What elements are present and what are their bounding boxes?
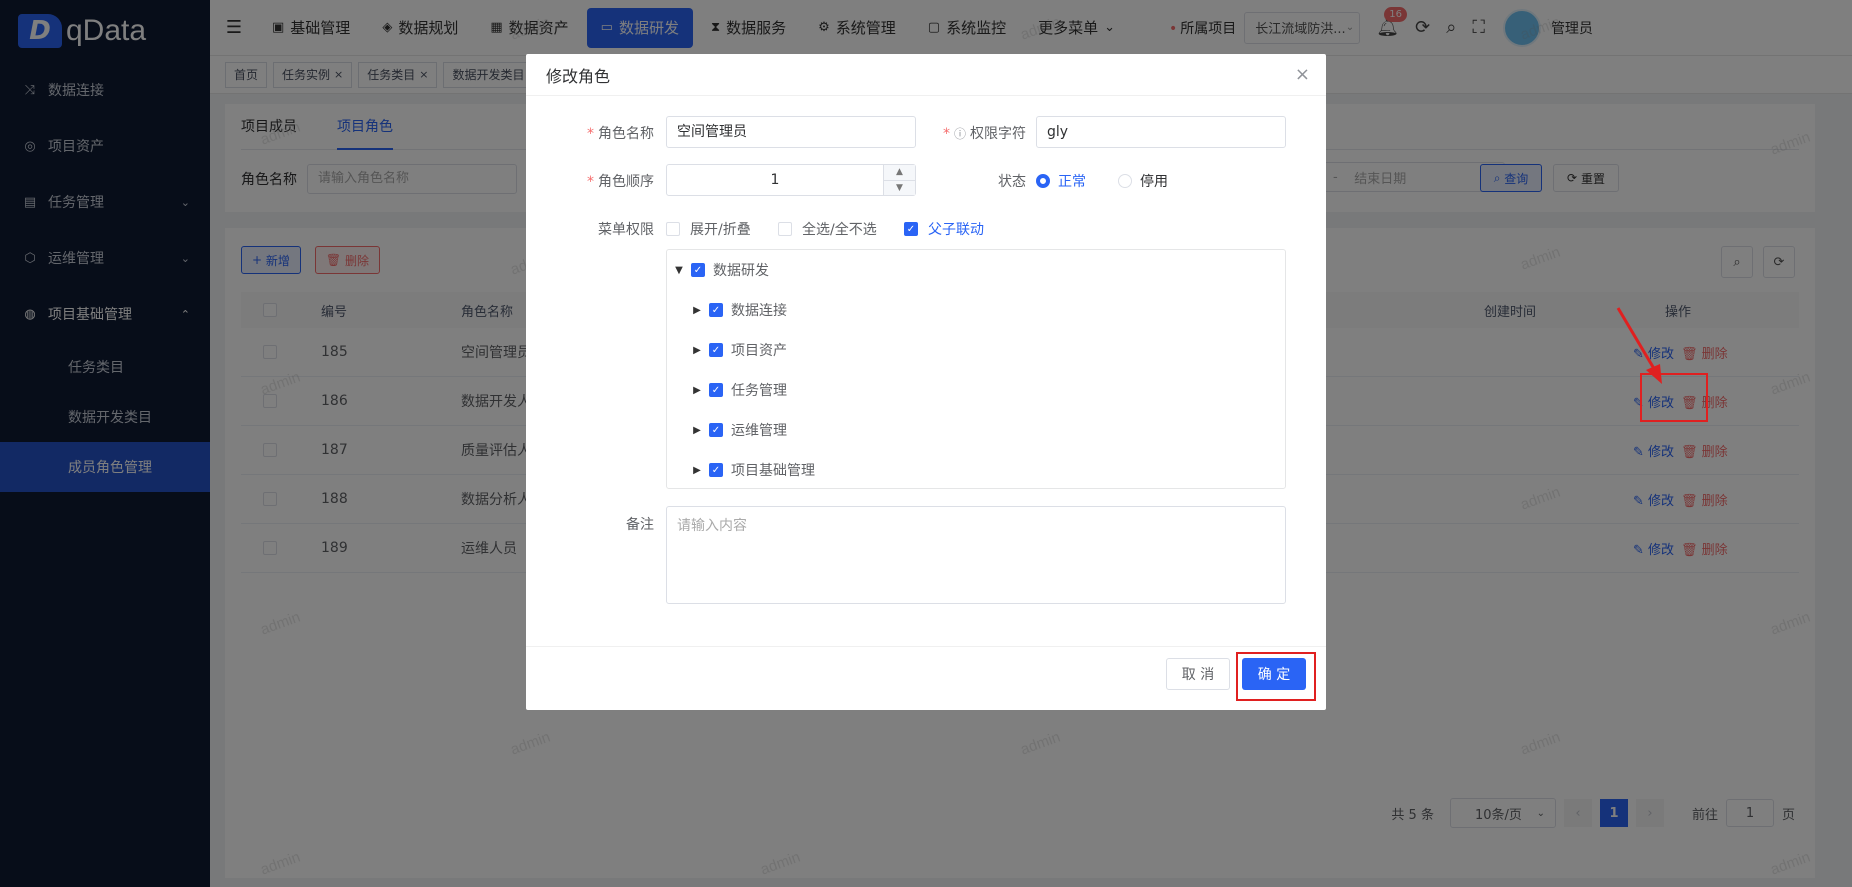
remark-textarea[interactable]: 请输入内容	[666, 506, 1286, 604]
menu-perm-label: 菜单权限	[598, 222, 654, 238]
chevron-up-icon[interactable]: ▲	[884, 165, 915, 181]
expand-collapse-checkbox[interactable]: 展开/折叠	[666, 219, 751, 239]
confirm-button[interactable]: 确 定	[1242, 658, 1306, 690]
tree-node-label: 任务管理	[731, 383, 787, 399]
order-label-text: 角色顺序	[598, 174, 654, 190]
caret-right-icon[interactable]: ▶	[691, 345, 703, 356]
radio-dot	[1036, 174, 1050, 188]
dialog-title: 修改角色	[546, 66, 611, 86]
checkbox-box	[666, 222, 680, 236]
tree-node[interactable]: ▶ ✓ 任务管理	[691, 370, 787, 410]
order-stepper[interactable]: 1 ▲ ▼	[666, 164, 916, 196]
red-arrow-annotation	[1616, 307, 1662, 384]
tree-node[interactable]: ▶ ✓ 项目基础管理	[691, 450, 815, 490]
order-label: * 角色顺序	[587, 174, 654, 190]
info-icon: ⓘ	[953, 127, 966, 141]
tree-node[interactable]: ▶ ✓ 数据连接	[691, 290, 787, 330]
order-value: 1	[770, 172, 780, 188]
check-icon[interactable]: ✓	[691, 263, 705, 277]
select-all-checkbox[interactable]: 全选/全不选	[778, 219, 877, 239]
check-icon[interactable]: ✓	[709, 303, 723, 317]
tree-node-label: 项目基础管理	[731, 463, 815, 479]
status-label: 状态	[998, 174, 1026, 190]
perm-label-text: 权限字符	[970, 126, 1026, 142]
perm-label: * ⓘ 权限字符	[942, 126, 1026, 142]
radio-label: 正常	[1058, 174, 1086, 190]
caret-right-icon[interactable]: ▶	[691, 425, 703, 436]
tree-node-label: 数据连接	[731, 303, 787, 319]
tree-node[interactable]: ▶ ✓ 项目资产	[691, 330, 787, 370]
tree-node[interactable]: ▶ ✓ 运维管理	[691, 410, 787, 450]
tree-node-label: 数据研发	[713, 263, 769, 279]
dialog-footer: 取 消 确 定	[526, 646, 1326, 710]
check-icon[interactable]: ✓	[709, 383, 723, 397]
parent-child-linkage-checkbox[interactable]: ✓ 父子联动	[904, 219, 984, 239]
caret-right-icon[interactable]: ▶	[691, 385, 703, 396]
tree-node-label: 运维管理	[731, 423, 787, 439]
remark-label: 备注	[626, 517, 654, 533]
check-icon[interactable]: ✓	[709, 423, 723, 437]
role-name-label-text: 角色名称	[598, 126, 654, 142]
tree-node-root[interactable]: ▼ ✓ 数据研发	[673, 250, 769, 290]
role-name-input[interactable]: 空间管理员	[666, 116, 916, 148]
status-disabled-radio[interactable]: 停用	[1118, 171, 1168, 191]
perm-input[interactable]: gly	[1036, 116, 1286, 148]
edit-role-dialog: 修改角色 × * 角色名称 空间管理员 * ⓘ 权限字符 gly * 角色顺序 1 ▲ …	[526, 54, 1326, 710]
caret-right-icon[interactable]: ▶	[691, 465, 703, 476]
check-icon[interactable]: ✓	[709, 463, 723, 477]
caret-down-icon[interactable]: ▼	[673, 265, 685, 276]
checkbox-label: 全选/全不选	[802, 222, 877, 238]
check-icon: ✓	[904, 222, 918, 236]
menu-permission-tree: ▼ ✓ 数据研发 ▶ ✓ 数据连接 ▶ ✓ 项目资产 ▶ ✓ 任务管理 ▶ ✓ …	[666, 249, 1286, 489]
radio-dot	[1118, 174, 1132, 188]
dialog-header: 修改角色 ×	[526, 54, 1326, 96]
status-normal-radio[interactable]: 正常	[1036, 171, 1086, 191]
checkbox-label: 展开/折叠	[690, 222, 751, 238]
chevron-down-icon[interactable]: ▼	[884, 180, 915, 195]
radio-label: 停用	[1140, 174, 1168, 190]
close-icon[interactable]: ×	[1295, 64, 1310, 85]
tree-node-label: 项目资产	[731, 343, 787, 359]
check-icon[interactable]: ✓	[709, 343, 723, 357]
role-name-label: * 角色名称	[587, 126, 654, 142]
caret-right-icon[interactable]: ▶	[691, 305, 703, 316]
checkbox-box	[778, 222, 792, 236]
cancel-button[interactable]: 取 消	[1166, 658, 1230, 690]
checkbox-label: 父子联动	[928, 222, 984, 238]
stepper-controls: ▲ ▼	[883, 165, 915, 195]
